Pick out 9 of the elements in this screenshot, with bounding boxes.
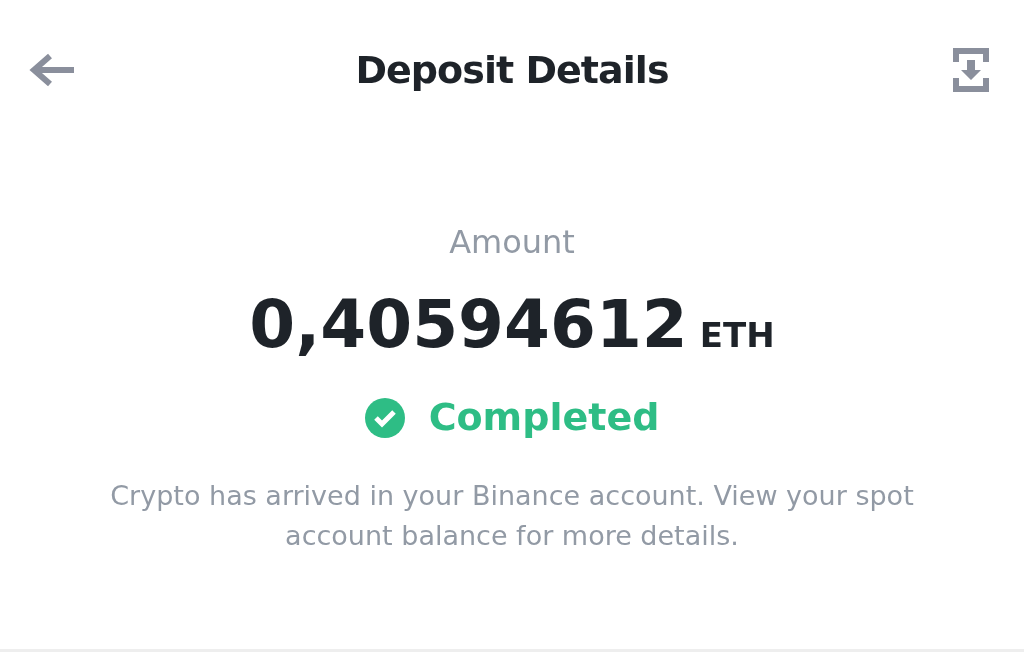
amount-value: 0,40594612 xyxy=(249,292,688,358)
status-text: Completed xyxy=(428,394,660,441)
amount-label: Amount xyxy=(449,222,575,263)
back-arrow-icon xyxy=(28,53,76,87)
download-icon xyxy=(951,46,991,94)
page-title: Deposit Details xyxy=(355,46,669,94)
currency-unit: ETH xyxy=(699,314,775,357)
status-message: Crypto has arrived in your Binance account. View your spot account balance for more details. xyxy=(109,479,915,553)
check-circle-icon xyxy=(364,397,405,438)
